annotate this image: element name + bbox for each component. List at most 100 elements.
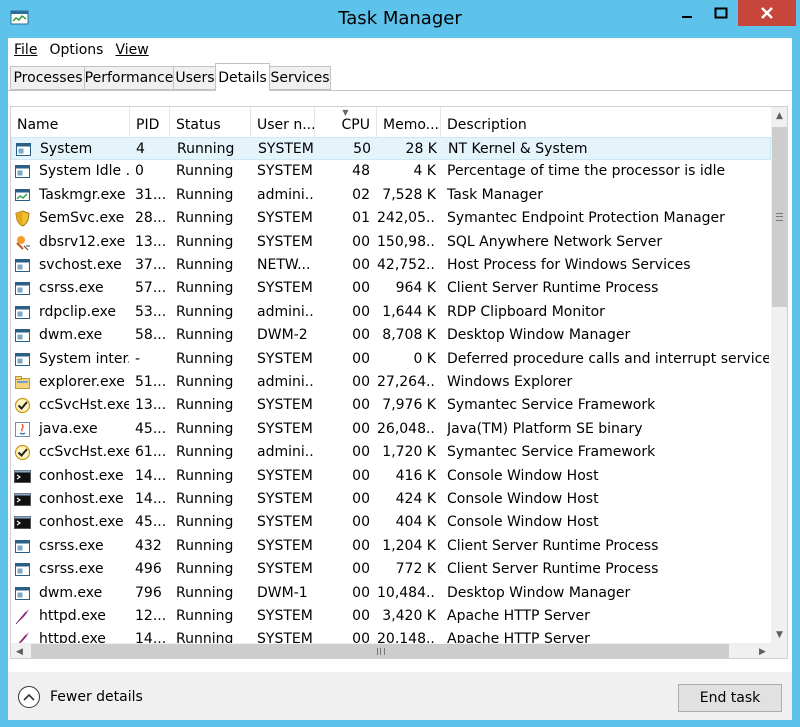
cell-mem: 3,420 K <box>382 608 436 624</box>
title-bar[interactable]: Task Manager <box>0 0 800 38</box>
checkmark-icon <box>14 398 31 414</box>
table-row[interactable]: SemSvc.exe 28... Running SYSTEM 01 242,05... S… <box>11 207 771 230</box>
cell-cpu: 00 <box>352 514 370 531</box>
horizontal-scroll-thumb[interactable] <box>31 644 729 658</box>
table-row[interactable]: ccSvcHst.exe 61... Running admini... 00 1,720… <box>11 441 771 464</box>
cell-desc: Java(TM) Platform SE binary <box>447 420 643 437</box>
table-row[interactable]: svchost.exe 37... Running NETW... 00 42,752..… <box>11 254 771 277</box>
cell-desc: Console Window Host <box>447 467 599 484</box>
cell-user: SYSTEM <box>257 163 313 180</box>
minimize-button[interactable] <box>670 0 704 26</box>
sort-descending-icon: ▼ <box>342 108 349 117</box>
table-row[interactable]: csrss.exe 496 Running SYSTEM 00 772 K Client S… <box>11 558 771 581</box>
table-row[interactable]: dwm.exe 58... Running DWM-2 00 8,708 K Desktop… <box>11 324 771 347</box>
table-row[interactable]: System inter...- Running SYSTEM 00 0 K Deferr… <box>11 348 771 371</box>
column-header-name-label: Name <box>17 117 59 133</box>
table-row[interactable]: ccSvcHst.exe 13... Running SYSTEM 00 7,976 K S… <box>11 394 771 417</box>
table-row[interactable]: explorer.exe 51... Running admini... 00 27,26… <box>11 371 771 394</box>
table-row[interactable]: java.exe 45... Running SYSTEM 00 26,048... Jav… <box>11 418 771 441</box>
tab-processes[interactable]: Processes <box>10 66 86 90</box>
column-header-status[interactable]: Status <box>170 107 251 137</box>
table-row[interactable]: conhost.exe 14... Running SYSTEM 00 416 K Cons… <box>11 465 771 488</box>
column-header-description[interactable]: Description <box>441 107 771 137</box>
vertical-scrollbar[interactable]: ▲ ▼ <box>771 107 787 643</box>
column-header-pid[interactable]: PID <box>130 107 170 137</box>
tab-details[interactable]: Details <box>215 63 270 91</box>
cell-mem: 404 K <box>395 514 436 531</box>
cell-name: ccSvcHst.exe <box>39 397 129 414</box>
cell-status: Running <box>176 514 234 531</box>
cell-user: DWM-2 <box>257 327 308 344</box>
scroll-left-arrow-icon[interactable]: ◀ <box>11 643 28 658</box>
cell-name: SemSvc.exe <box>39 210 125 227</box>
column-header-user[interactable]: User n... <box>251 107 315 137</box>
minimize-icon <box>682 16 692 18</box>
scroll-right-arrow-icon[interactable]: ▶ <box>754 643 771 658</box>
cell-desc: Percentage of time the processor is idle <box>447 163 726 180</box>
table-row[interactable]: csrss.exe 57... Running SYSTEM 00 964 K Client… <box>11 277 771 300</box>
menu-file[interactable]: File <box>14 42 37 58</box>
cell-cpu: 00 <box>352 374 370 390</box>
tab-users[interactable]: Users <box>173 66 217 90</box>
shield-icon <box>15 210 30 227</box>
table-row[interactable]: httpd.exe 12... Running SYSTEM 00 3,420 K Apac… <box>11 605 771 628</box>
cell-pid: 57... <box>135 280 167 297</box>
table-row[interactable]: conhost.exe 14... Running SYSTEM 00 424 K Cons… <box>11 488 771 511</box>
table-row[interactable]: dbsrv12.exe 13... Running SYSTEM 00 150,98...… <box>11 231 771 254</box>
cell-cpu: 00 <box>352 280 370 297</box>
cell-name: csrss.exe <box>39 537 104 554</box>
details-pane: Name PID Status User n... ▼ CPU Memo... … <box>8 90 792 720</box>
cell-pid: 58... <box>135 327 167 344</box>
table-row[interactable]: conhost.exe 45... Running SYSTEM 00 404 K Cons… <box>11 511 771 534</box>
console-icon <box>14 469 31 483</box>
footer-bar: Fewer details End task <box>8 672 792 720</box>
table-row[interactable]: Taskmgr.exe 31... Running admini... 02 7,528 … <box>11 184 771 207</box>
cell-mem: 8,708 K <box>382 327 436 344</box>
cell-mem: 1,204 K <box>382 537 436 554</box>
cell-status: Running <box>176 210 234 227</box>
table-row[interactable]: csrss.exe 432 Running SYSTEM 00 1,204 K Client… <box>11 535 771 558</box>
scroll-down-arrow-icon[interactable]: ▼ <box>771 626 787 643</box>
cell-name: System <box>40 141 93 157</box>
cell-desc: RDP Clipboard Monitor <box>447 303 605 320</box>
maximize-button[interactable] <box>704 0 738 26</box>
table-row[interactable]: System Idle ... 0 Running SYSTEM 48 4 K Percen… <box>11 160 771 183</box>
table-row[interactable]: System 4 Running SYSTEM 50 28 K NT Kernel & Sy… <box>11 137 771 161</box>
cell-pid: 0 <box>135 163 144 180</box>
end-task-button[interactable]: End task <box>678 684 782 712</box>
cell-desc: Windows Explorer <box>447 374 573 390</box>
cell-mem: 424 K <box>395 491 436 507</box>
cell-mem: 7,528 K <box>382 186 436 203</box>
tab-performance[interactable]: Performance <box>84 66 174 90</box>
cell-name: System inter... <box>39 350 129 367</box>
horizontal-scrollbar[interactable]: ◀ ▶ <box>11 643 771 658</box>
menu-options[interactable]: Options <box>49 42 103 58</box>
close-button[interactable] <box>738 0 796 26</box>
table-row[interactable]: httpd.exe 14... Running SYSTEM 00 20,148... Ap… <box>11 628 771 643</box>
table-row[interactable]: rdpclip.exe 53... Running admini... 00 1,644 … <box>11 301 771 324</box>
window-icon <box>15 539 30 553</box>
window-icon <box>15 586 30 600</box>
scroll-up-arrow-icon[interactable]: ▲ <box>771 107 787 124</box>
cell-desc: Client Server Runtime Process <box>447 280 659 297</box>
vertical-scroll-thumb[interactable] <box>772 127 787 307</box>
cell-mem: 27,264... <box>377 374 436 390</box>
fewer-details-button[interactable]: Fewer details <box>18 686 143 708</box>
cell-user: admini... <box>257 374 313 390</box>
cell-pid: - <box>135 350 141 367</box>
column-header-memory[interactable]: Memo... <box>377 107 441 137</box>
column-header-cpu[interactable]: ▼ CPU <box>315 107 377 137</box>
cell-mem: 416 K <box>395 467 436 484</box>
cell-name: explorer.exe <box>39 374 125 390</box>
console-icon <box>14 493 31 506</box>
cell-status: Running <box>177 141 235 157</box>
process-table: Name PID Status User n... ▼ CPU Memo... … <box>10 106 788 659</box>
cell-pid: 31... <box>135 186 167 203</box>
column-header-name[interactable]: Name <box>11 107 130 137</box>
window-icon <box>15 563 30 577</box>
cell-name: httpd.exe <box>39 608 106 624</box>
tab-services[interactable]: Services <box>269 66 331 90</box>
cell-status: Running <box>176 631 234 643</box>
menu-view[interactable]: View <box>115 42 148 58</box>
table-row[interactable]: dwm.exe 796 Running DWM-1 00 10,484... Desktop… <box>11 582 771 605</box>
